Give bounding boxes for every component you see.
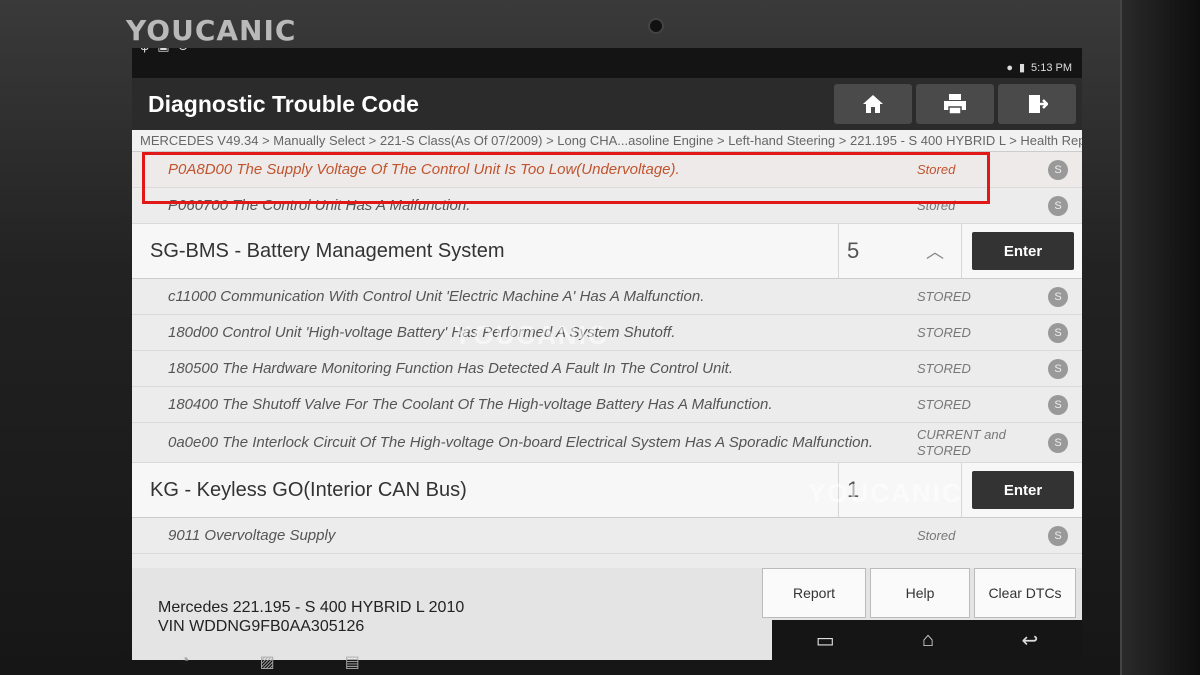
print-icon: [944, 94, 966, 115]
image-icon: ▣: [157, 48, 169, 54]
dtc-row[interactable]: P0A8D00 The Supply Voltage Of The Contro…: [132, 152, 1082, 188]
dtc-status: STORED: [917, 360, 971, 376]
system-header-kg[interactable]: KG - Keyless GO(Interior CAN Bus) 1 Ente…: [132, 463, 1082, 518]
gauge-icon[interactable]: ◔: [180, 652, 190, 672]
battery-icon: ▮: [1018, 62, 1026, 74]
clear-dtcs-button[interactable]: Clear DTCs: [974, 568, 1076, 618]
search-icon[interactable]: S: [1048, 432, 1068, 453]
dtc-description: P0A8D00 The Supply Voltage Of The Contro…: [168, 161, 680, 178]
breadcrumb: MERCEDES V49.34 > Manually Select > 221-…: [132, 130, 1082, 152]
dtc-description: 0a0e00 The Interlock Circuit Of The High…: [168, 434, 874, 451]
dtc-row[interactable]: 180d00 Control Unit 'High-voltage Batter…: [132, 315, 1082, 351]
dtc-description: c11000 Communication With Control Unit '…: [168, 288, 705, 305]
vci-icon[interactable]: ▤: [345, 652, 360, 672]
android-nav-bar: ▭ ⌂ ↩: [772, 620, 1082, 660]
system-name: KG - Keyless GO(Interior CAN Bus): [150, 478, 467, 501]
enter-button[interactable]: Enter: [972, 471, 1074, 509]
usb-icon: ψ: [140, 48, 149, 54]
recent-apps-icon[interactable]: ▭: [816, 628, 835, 653]
search-icon[interactable]: S: [1048, 195, 1068, 216]
dtc-row[interactable]: P060700 The Control Unit Has A Malfuncti…: [132, 188, 1082, 224]
chevron-up-icon[interactable]: ︿: [926, 238, 944, 264]
search-icon[interactable]: S: [1048, 525, 1068, 546]
dtc-status: STORED: [917, 396, 971, 412]
vehicle-info: Mercedes 221.195 - S 400 HYBRID L 2010 V…: [158, 598, 464, 636]
back-icon[interactable]: ↩: [1022, 628, 1039, 653]
dtc-row[interactable]: 180500 The Hardware Monitoring Function …: [132, 351, 1082, 387]
dtc-row[interactable]: 180400 The Shutoff Valve For The Coolant…: [132, 387, 1082, 423]
home-icon: [863, 95, 883, 113]
page-title: Diagnostic Trouble Code: [148, 90, 419, 117]
dtc-status: STORED: [917, 288, 971, 304]
dtc-description: 9011 Overvoltage Supply: [168, 527, 336, 544]
dtc-row[interactable]: 9011 Overvoltage Supply Stored S: [132, 518, 1082, 554]
dtc-description: 180d00 Control Unit 'High-voltage Batter…: [168, 324, 676, 341]
search-icon[interactable]: S: [1048, 394, 1068, 415]
exit-button[interactable]: [998, 84, 1076, 124]
vehicle-vin: VIN WDDNG9FB0AA305126: [158, 618, 365, 635]
front-camera: [648, 18, 664, 34]
dtc-status: CURRENT and STORED: [917, 426, 1006, 458]
search-icon[interactable]: S: [1048, 159, 1068, 180]
exit-icon: [1029, 95, 1048, 113]
dtc-count: 1: [838, 463, 962, 517]
signal-icon: ⊛: [178, 48, 189, 54]
dtc-row[interactable]: 0a0e00 The Interlock Circuit Of The High…: [132, 423, 1082, 463]
enter-button[interactable]: Enter: [972, 232, 1074, 270]
dtc-status: Stored: [917, 197, 956, 213]
dtc-row[interactable]: c11000 Communication With Control Unit '…: [132, 279, 1082, 315]
system-header-bms[interactable]: SG-BMS - Battery Management System 5 ︿ E…: [132, 224, 1082, 279]
title-bar: Diagnostic Trouble Code: [132, 78, 1082, 130]
dtc-description: 180500 The Hardware Monitoring Function …: [168, 360, 734, 377]
location-icon: ●: [1006, 61, 1013, 74]
device-edge: [1120, 0, 1200, 675]
device-dock: ◔ ▨ ▤: [180, 652, 360, 672]
screen: ψ ▣ ⊛ ● ▮ 5:13 PM Diagnostic Trouble Cod…: [132, 48, 1082, 660]
search-icon[interactable]: S: [1048, 322, 1068, 343]
help-button[interactable]: Help: [870, 568, 970, 618]
home-button[interactable]: [834, 84, 912, 124]
search-icon[interactable]: S: [1048, 286, 1068, 307]
print-button[interactable]: [916, 84, 994, 124]
vehicle-model: Mercedes 221.195 - S 400 HYBRID L 2010: [158, 599, 465, 616]
system-name: SG-BMS - Battery Management System: [150, 239, 505, 262]
watermark: YOUCANIC: [126, 14, 297, 47]
home-nav-icon[interactable]: ⌂: [922, 629, 934, 652]
clock: 5:13 PM: [1031, 61, 1072, 74]
search-icon[interactable]: S: [1048, 358, 1068, 379]
dtc-status: Stored: [917, 527, 956, 543]
status-bar: ψ ▣ ⊛ ● ▮ 5:13 PM: [132, 48, 1082, 78]
report-button[interactable]: Report: [762, 568, 866, 618]
dtc-status: Stored: [917, 161, 956, 177]
dtc-status: STORED: [917, 324, 971, 340]
gallery-icon[interactable]: ▨: [260, 652, 275, 672]
dtc-description: 180400 The Shutoff Valve For The Coolant…: [168, 396, 773, 413]
footer: Mercedes 221.195 - S 400 HYBRID L 2010 V…: [132, 568, 1082, 660]
dtc-description: P060700 The Control Unit Has A Malfuncti…: [168, 197, 471, 214]
